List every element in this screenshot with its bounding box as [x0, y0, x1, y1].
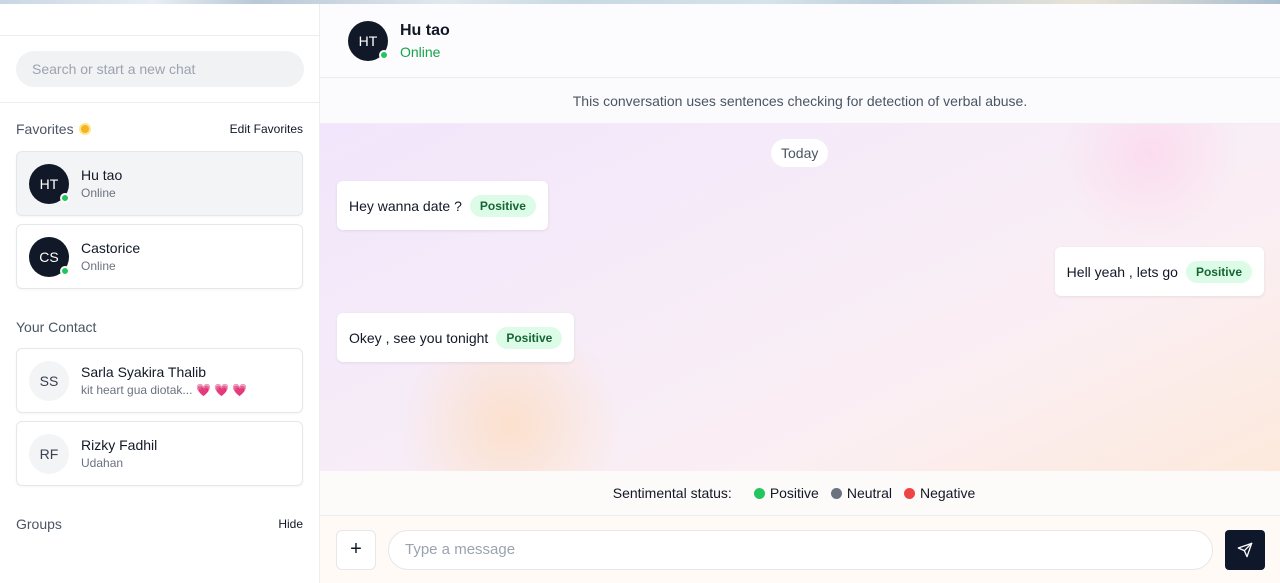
contact-item-sarla[interactable]: SS Sarla Syakira Thalib kit heart gua di…: [16, 348, 303, 413]
legend-item-positive: Positive: [753, 485, 819, 501]
search-input[interactable]: [16, 51, 304, 87]
legend-item-label: Positive: [769, 485, 819, 501]
contact-item-rizky[interactable]: RF Rizky Fadhil Udahan: [16, 421, 303, 486]
sidebar: Favorites Edit Favorites HT Hu tao Onlin…: [0, 4, 320, 583]
send-button[interactable]: [1225, 529, 1265, 570]
favorites-header: Favorites Edit Favorites: [0, 119, 319, 139]
message-composer: +: [320, 516, 1280, 583]
chat-avatar[interactable]: HT: [348, 20, 389, 61]
message-preview: kit heart gua diotak... 💗💗💗: [81, 383, 250, 397]
legend-item-label: Neutral: [846, 485, 892, 501]
message-text: Hey wanna date ?: [349, 197, 462, 214]
sentiment-legend: Sentimental status: Positive Neutral Neg…: [320, 471, 1280, 516]
message-bubble-outgoing[interactable]: Hell yeah , lets go Positive: [1054, 247, 1264, 296]
avatar-initials: CS: [39, 248, 59, 265]
legend-item-label: Negative: [919, 485, 976, 501]
message-list[interactable]: Today Hey wanna date ? Positive Hell yea…: [320, 124, 1280, 471]
avatar: CS: [29, 236, 70, 277]
legend-item-negative: Negative: [903, 485, 976, 501]
sentiment-badge: Positive: [496, 326, 563, 349]
positive-dot-icon: [753, 487, 765, 499]
heart-emoji-icons: 💗💗💗: [196, 383, 251, 397]
message-bubble-incoming[interactable]: Okey , see you tonight Positive: [337, 313, 575, 362]
chat-contact-status: Online: [400, 43, 441, 60]
avatar-initials: SS: [39, 372, 59, 389]
send-icon: [1237, 542, 1253, 557]
sentiment-badge: Positive: [469, 194, 536, 217]
abuse-detection-notice: This conversation uses sentences checkin…: [320, 78, 1280, 124]
contact-status: Online: [81, 259, 116, 273]
favorite-item-castorice[interactable]: CS Castorice Online: [16, 224, 303, 289]
hide-groups-button[interactable]: Hide: [278, 517, 303, 531]
sentiment-badge: Positive: [1185, 260, 1252, 283]
favorite-item-hu-tao[interactable]: HT Hu tao Online: [16, 151, 303, 216]
online-indicator: [379, 49, 389, 60]
avatar: SS: [29, 360, 69, 401]
message-preview-text: kit heart gua diotak...: [81, 383, 193, 397]
date-separator: Today: [771, 139, 829, 167]
plus-icon: +: [350, 538, 362, 560]
favorites-title: Favorites: [16, 121, 92, 137]
contact-name: Sarla Syakira Thalib: [81, 364, 207, 380]
groups-header: Groups Hide: [0, 514, 319, 534]
sidebar-top-bar: [0, 4, 319, 36]
favorites-title-text: Favorites: [16, 121, 74, 137]
avatar-initials: RF: [39, 445, 59, 462]
avatar: HT: [29, 163, 70, 204]
legend-label: Sentimental status:: [612, 485, 732, 501]
chat-contact-name: Hu tao: [400, 21, 450, 39]
avatar-initials: HT: [358, 32, 378, 49]
message-input[interactable]: [388, 529, 1213, 570]
attach-button[interactable]: +: [336, 529, 376, 570]
edit-favorites-link[interactable]: Edit Favorites: [230, 122, 303, 136]
contact-name: Hu tao: [81, 167, 123, 183]
groups-title: Groups: [16, 516, 62, 532]
online-indicator: [60, 192, 70, 203]
message-text: Hell yeah , lets go: [1066, 263, 1178, 280]
online-indicator: [60, 265, 70, 276]
contacts-title: Your Contact: [16, 319, 97, 335]
chat-panel: HT Hu tao Online This conversation uses …: [320, 4, 1280, 583]
message-preview: Udahan: [81, 456, 124, 470]
avatar: RF: [29, 433, 69, 474]
contact-status: Online: [81, 186, 116, 200]
message-bubble-incoming[interactable]: Hey wanna date ? Positive: [337, 181, 548, 230]
neutral-dot-icon: [830, 487, 842, 499]
negative-dot-icon: [903, 487, 915, 499]
search-container: [0, 36, 319, 103]
chat-header: HT Hu tao Online: [320, 4, 1280, 78]
sun-icon: [78, 122, 92, 136]
contact-name: Castorice: [81, 240, 141, 256]
message-text: Okey , see you tonight: [349, 329, 489, 346]
legend-item-neutral: Neutral: [830, 485, 892, 501]
contacts-header: Your Contact: [0, 317, 319, 337]
avatar-initials: HT: [39, 175, 59, 192]
contact-name: Rizky Fadhil: [81, 437, 158, 453]
